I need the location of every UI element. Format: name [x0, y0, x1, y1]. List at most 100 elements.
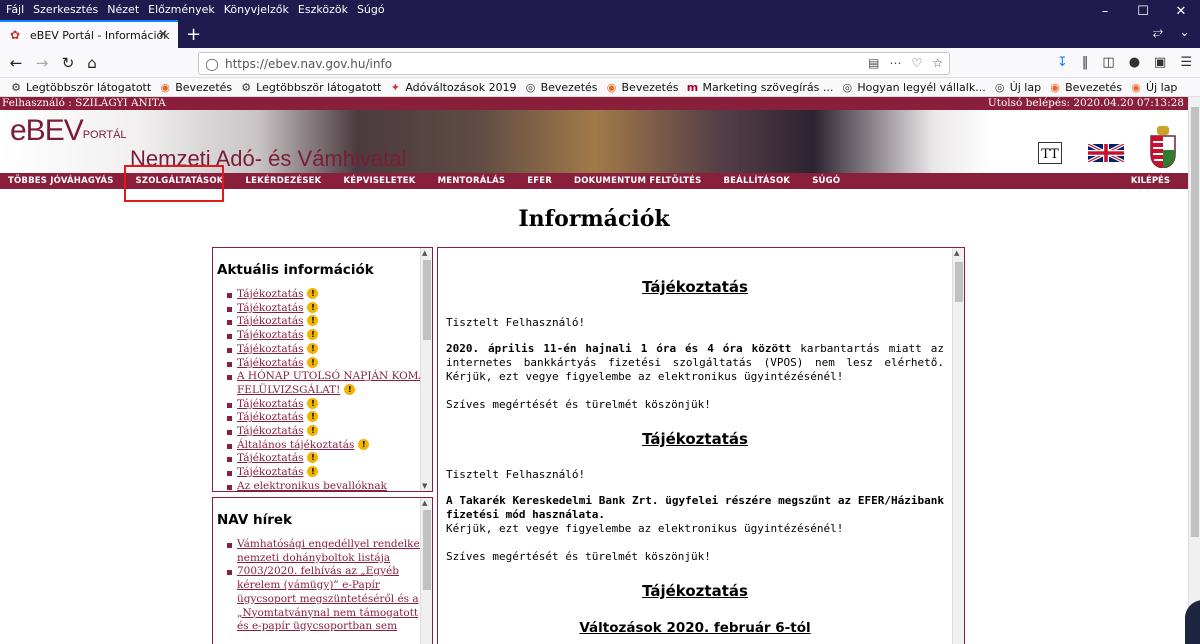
info-link[interactable]: Tájékoztatás [237, 398, 303, 410]
info-link[interactable]: Tájékoztatás [237, 343, 303, 355]
bookmark-item[interactable]: ◉ Bevezetés [1049, 81, 1122, 94]
english-flag-icon[interactable] [1088, 144, 1124, 162]
panel-scrollbar[interactable]: ▲ ▼ [420, 248, 432, 491]
info-link[interactable]: Tájékoztatás [237, 466, 303, 478]
info-link[interactable]: Általános tájékoztatás [237, 439, 354, 451]
forward-icon[interactable]: → [32, 53, 52, 73]
new-tab-icon[interactable]: + [186, 24, 201, 45]
info-link[interactable]: Tájékoztatás [237, 357, 303, 369]
page-scrollbar[interactable] [1185, 97, 1200, 644]
current-info-title: Aktuális információk [217, 262, 374, 278]
bookmark-item[interactable]: ◎ Bevezetés [525, 81, 598, 94]
menu-bookmarks[interactable]: Könyvjelzők [224, 3, 289, 16]
nav-item[interactable]: KÉPVISELETEK [335, 176, 415, 186]
scroll-down-icon[interactable]: ▼ [422, 482, 427, 490]
library-icon[interactable]: ‖ [1082, 55, 1089, 70]
warning-icon: ! [307, 342, 319, 354]
scroll-up-icon[interactable]: ▲ [422, 499, 427, 507]
scroll-up-icon[interactable]: ▲ [954, 249, 959, 257]
reload-icon[interactable]: ↻ [58, 53, 78, 73]
menu-view[interactable]: Nézet [107, 3, 139, 16]
address-bar[interactable]: ◯ https://ebev.nav.gov.hu/info ▤ ⋯ ♡ ☆ [198, 52, 950, 75]
news-link[interactable]: Vámhatósági engedéllyel rendelkező nemze… [237, 538, 432, 564]
menu-edit[interactable]: Szerkesztés [33, 3, 98, 16]
nav-item[interactable]: DOKUMENTUM FELTÖLTÉS [566, 176, 702, 186]
url-path: /info [365, 56, 393, 71]
info-link[interactable]: Tájékoztatás [237, 288, 303, 300]
close-window-icon[interactable]: ✕ [1162, 0, 1200, 22]
info-link[interactable]: Tájékoztatás [237, 329, 303, 341]
scroll-thumb[interactable] [955, 262, 963, 302]
more-actions-icon[interactable]: ⋯ [889, 56, 901, 70]
list-item: Tájékoztatás! [227, 288, 432, 302]
lock-icon[interactable]: ◯ [199, 57, 225, 71]
tab-bar-icons: ⥂ ⌄ [1153, 25, 1190, 40]
url-host: https://ebev.nav.gov.hu [225, 56, 366, 71]
info-link[interactable]: Tájékoztatás [237, 315, 303, 327]
page-scroll-thumb[interactable] [1191, 107, 1199, 537]
menu-history[interactable]: Előzmények [148, 3, 215, 16]
nav-item[interactable]: LEKÉRDEZÉSEK [238, 176, 322, 186]
news-link[interactable]: 7003/2020. felhívás az „Egyéb kérelem (v… [237, 565, 419, 632]
nav-item[interactable]: BEÁLLÍTÁSOK [716, 176, 791, 186]
bookmark-item[interactable]: ◎ Új lap [994, 81, 1041, 94]
scroll-thumb[interactable] [423, 260, 431, 340]
nav-item[interactable]: TÖBBES JÓVÁHAGYÁS [0, 176, 114, 186]
scroll-up-icon[interactable]: ▲ [422, 249, 427, 257]
tab-list-icon[interactable]: ⌄ [1179, 25, 1190, 40]
list-item: Tájékoztatás! [227, 315, 432, 329]
nav-item[interactable]: MENTORÁLÁS [430, 176, 506, 186]
globe-icon: ◎ [994, 80, 1005, 94]
content-scrollbar[interactable]: ▲ [952, 248, 964, 644]
maximize-icon[interactable]: ☐ [1124, 0, 1162, 22]
info-link[interactable]: Tájékoztatás [237, 411, 303, 423]
bookmark-item[interactable]: m Marketing szövegírás ... [686, 81, 834, 94]
info-link[interactable]: Tájékoztatás [237, 425, 303, 437]
pocket-icon[interactable]: ♡ [911, 56, 922, 70]
scroll-thumb[interactable] [423, 510, 431, 590]
nav-item[interactable]: SÚGÓ [804, 176, 840, 186]
hamburger-menu-icon[interactable]: ☰ [1180, 55, 1192, 70]
bookmark-item[interactable]: ⚙ Legtöbbször látogatott [240, 81, 381, 94]
font-size-button[interactable]: TT [1038, 142, 1062, 164]
close-tab-icon[interactable]: ✕ [158, 27, 168, 41]
menu-help[interactable]: Súgó [357, 3, 385, 16]
bookmark-item[interactable]: ◉ Bevezetés [159, 81, 232, 94]
notice-heading: Tájékoztatás [642, 582, 748, 600]
font-size-label: TT [1041, 147, 1059, 162]
menu-tools[interactable]: Eszközök [298, 3, 348, 16]
back-icon[interactable]: ← [6, 53, 26, 73]
logout-link[interactable]: KILÉPÉS [1131, 176, 1170, 186]
bookmark-star-icon[interactable]: ☆ [932, 56, 943, 70]
browser-menubar: Fájl Szerkesztés Nézet Előzmények Könyvj… [0, 0, 1200, 20]
home-icon[interactable]: ⌂ [82, 53, 102, 73]
firefox-icon: ◉ [1131, 80, 1141, 94]
menu-file[interactable]: Fájl [6, 3, 24, 16]
sidebar-icon[interactable]: ◫ [1102, 55, 1114, 70]
tab-active[interactable]: ✿ eBEV Portál - Információk ✕ [0, 20, 178, 48]
screenshot-icon[interactable]: ▣ [1154, 55, 1166, 70]
bookmark-item[interactable]: ◉ Bevezetés [606, 81, 679, 94]
download-icon[interactable]: ↧ [1057, 55, 1068, 70]
list-item: Tájékoztatás! [227, 329, 432, 343]
ebev-logo[interactable]: eBEVPORTÁL [10, 114, 127, 148]
pin-icon[interactable]: ⥂ [1153, 25, 1163, 40]
panel-scrollbar[interactable]: ▲ [420, 498, 432, 644]
info-link[interactable]: Tájékoztatás [237, 302, 303, 314]
info-link[interactable]: Tájékoztatás [237, 452, 303, 464]
info-link[interactable]: Az elektronikus bevallóknak [237, 480, 387, 491]
warning-icon: ! [344, 383, 356, 395]
logo-small: PORTÁL [82, 129, 127, 141]
nav-item[interactable]: EFER [519, 176, 552, 186]
reader-view-icon[interactable]: ▤ [868, 56, 879, 70]
bookmark-item[interactable]: ◎ Hogyan legyél vállalk... [841, 81, 986, 94]
bookmark-item[interactable]: ⚙ Legtöbbször látogatott [10, 81, 151, 94]
minimize-icon[interactable]: – [1086, 0, 1124, 22]
bookmark-item[interactable]: ✦ Adóváltozások 2019 [389, 81, 517, 94]
account-icon[interactable]: ● [1129, 55, 1140, 70]
info-link[interactable]: A HÓNAP UTOLSÓ NAPJÁN KOMA FELÜLVIZSGÁLA… [237, 370, 426, 396]
list-item: Az elektronikus bevallóknak [227, 480, 432, 491]
tab-bar: ✿ eBEV Portál - Információk ✕ + ⥂ ⌄ [0, 20, 1200, 48]
gear-icon: ⚙ [11, 80, 21, 94]
bookmark-item[interactable]: ◉ Új lap [1130, 81, 1177, 94]
